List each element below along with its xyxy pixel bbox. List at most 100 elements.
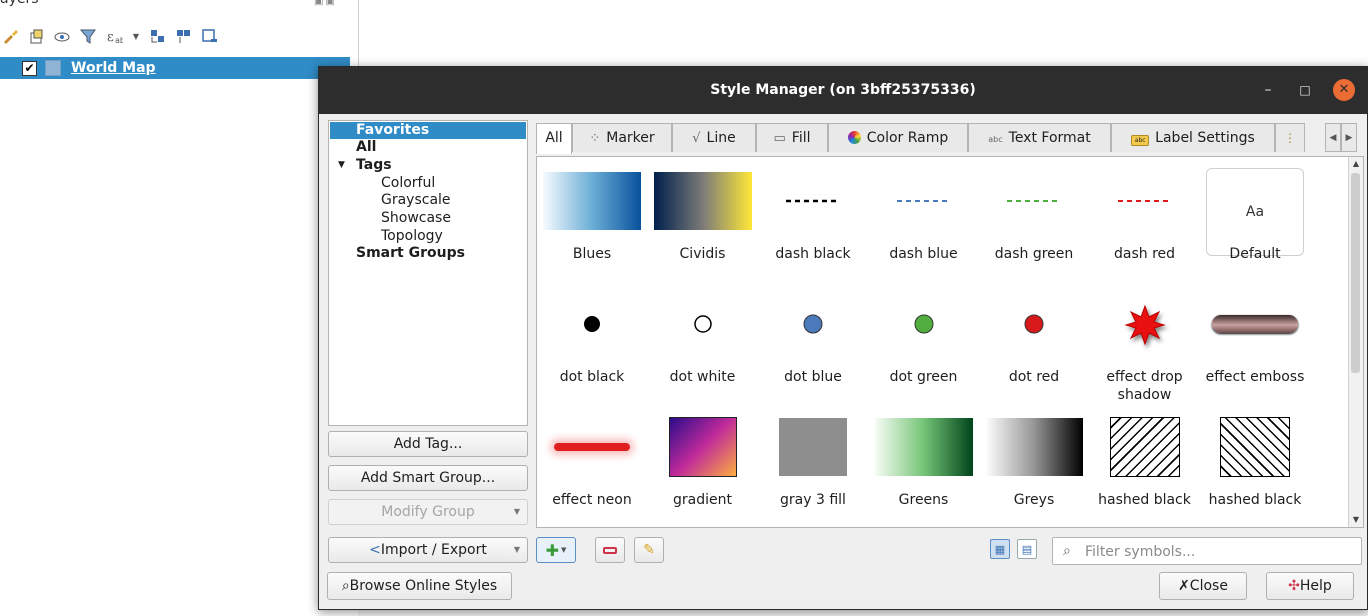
symbol-item-dot-blue[interactable]: dot blue: [758, 292, 868, 412]
legend-patch-icon: ⋮: [1284, 131, 1296, 145]
symbol-preview: Aa: [1206, 168, 1304, 256]
tab-label: Fill: [791, 130, 811, 146]
symbol-item-greens[interactable]: Greens: [869, 415, 979, 527]
symbol-name: effect neon: [552, 492, 632, 508]
symbol-name: dot blue: [784, 369, 842, 385]
close-label: Close: [1189, 578, 1228, 594]
maximize-button[interactable]: □: [1294, 79, 1316, 101]
edit-symbol-button[interactable]: ✎: [634, 537, 664, 563]
minimize-button[interactable]: –: [1257, 79, 1279, 101]
expand-all-icon[interactable]: [149, 28, 166, 45]
tree-item-tag[interactable]: Showcase: [381, 210, 451, 227]
tab-color-ramp[interactable]: Color Ramp: [828, 123, 968, 152]
remove-symbol-button[interactable]: [595, 537, 625, 563]
minus-icon: [603, 546, 617, 554]
symbol-item-gray-3-fill[interactable]: gray 3 fill: [758, 415, 868, 527]
tab-label: Line: [706, 130, 736, 146]
tree-item-smart-groups[interactable]: Smart Groups: [356, 245, 465, 262]
tree-item-favorites[interactable]: Favorites: [330, 122, 526, 139]
tree-item-tags[interactable]: Tags: [356, 157, 392, 174]
symbol-item-dash-green[interactable]: dash green: [979, 169, 1089, 289]
symbol-type-tabs: All ⁘ Marker √ Line ▭ Fill Color Ramp abc Te…: [536, 123, 1359, 154]
tree-item-all[interactable]: All: [356, 139, 376, 156]
grid-view-icon: ▦: [994, 542, 1006, 556]
modify-group-button: Modify Group ▼: [328, 499, 528, 525]
tab-fill[interactable]: ▭ Fill: [756, 123, 828, 152]
tab-line[interactable]: √ Line: [672, 123, 756, 152]
symbol-name: Cividis: [679, 246, 726, 262]
symbol-preview: [1096, 169, 1194, 233]
dialog-titlebar[interactable]: Style Manager (on 3bff25375336) – □ ✕: [319, 67, 1367, 114]
tab-label-settings[interactable]: abc Label Settings: [1111, 123, 1275, 152]
symbols-scrollbar[interactable]: ▲ ▼: [1348, 157, 1363, 527]
add-group-icon[interactable]: [28, 28, 45, 45]
list-view-button[interactable]: ▤: [1017, 539, 1037, 559]
symbol-item-blues[interactable]: Blues: [537, 169, 647, 289]
add-tag-button[interactable]: Add Tag...: [328, 431, 528, 457]
style-manager-dialog: Style Manager (on 3bff25375336) – □ ✕ Fa…: [318, 66, 1368, 610]
symbol-name: dash red: [1113, 246, 1176, 262]
symbol-item-greys[interactable]: Greys: [979, 415, 1089, 527]
chevron-down-icon[interactable]: ▼: [338, 160, 345, 170]
add-symbol-button[interactable]: ✚ ▼: [536, 537, 576, 563]
tab-legend-patch[interactable]: ⋮: [1275, 123, 1305, 152]
tab-marker[interactable]: ⁘ Marker: [572, 123, 672, 152]
symbol-item-dot-red[interactable]: dot red: [979, 292, 1089, 412]
symbol-name: dash green: [994, 246, 1074, 262]
symbol-item-dot-green[interactable]: dot green: [869, 292, 979, 412]
panel-float-close-icons[interactable]: ▣▣: [314, 0, 337, 7]
symbol-item-dash-red[interactable]: dash red: [1090, 169, 1200, 289]
chevron-down-icon[interactable]: ▼: [132, 28, 140, 45]
tabs-scroll-left-icon[interactable]: ◀: [1325, 123, 1341, 152]
browse-online-styles-button[interactable]: ⌕Browse Online Styles: [327, 572, 512, 600]
scroll-up-icon[interactable]: ▲: [1349, 157, 1363, 171]
symbol-preview: [654, 292, 752, 356]
symbol-item-dot-white[interactable]: dot white: [648, 292, 758, 412]
symbol-item-cividis[interactable]: Cividis: [648, 169, 758, 289]
group-tree: Favorites All ▼ Tags Colorful Grayscale …: [328, 120, 528, 426]
filter-icon[interactable]: [80, 28, 97, 45]
help-button[interactable]: ✣Help: [1266, 572, 1354, 600]
tree-item-tag[interactable]: Colorful: [381, 175, 435, 192]
symbol-preview: [543, 169, 641, 233]
symbol-item-dot-black[interactable]: dot black: [537, 292, 647, 412]
symbol-preview: [874, 415, 973, 479]
import-export-button[interactable]: <Import / Export ▼: [328, 537, 528, 563]
eye-icon[interactable]: [54, 28, 71, 45]
layer-symbol-swatch: [45, 60, 61, 76]
filter-symbols-field[interactable]: ⌕: [1052, 537, 1362, 565]
color-wheel-icon: [847, 131, 861, 144]
expression-filter-icon[interactable]: ε ab: [106, 28, 123, 45]
symbol-item-effect-drop-shadow[interactable]: effect drop shadow: [1090, 292, 1200, 412]
symbol-item-default[interactable]: Aa Default: [1200, 168, 1310, 289]
symbol-item-dash-black[interactable]: dash black: [758, 169, 868, 289]
tab-all[interactable]: All: [536, 123, 572, 154]
symbol-item-dash-blue[interactable]: dash blue: [869, 169, 979, 289]
tree-item-tag[interactable]: Topology: [381, 228, 443, 245]
collapse-all-icon[interactable]: [175, 28, 192, 45]
close-window-button[interactable]: ✕: [1333, 79, 1355, 101]
symbol-item-effect-neon[interactable]: effect neon: [537, 415, 647, 527]
symbols-grid: ▲ ▼ Blues Cividis dash black dash blue dash …: [536, 156, 1364, 528]
filter-symbols-input[interactable]: [1083, 541, 1357, 563]
symbol-preview: [1096, 292, 1194, 356]
scrollbar-thumb[interactable]: [1351, 173, 1360, 373]
symbol-name: dash blue: [889, 246, 958, 262]
symbol-item-effect-emboss[interactable]: effect emboss: [1200, 292, 1310, 412]
layer-row-world-map[interactable]: ✔ World Map: [0, 57, 350, 79]
add-smart-group-button[interactable]: Add Smart Group...: [328, 465, 528, 491]
close-button[interactable]: ✗Close: [1159, 572, 1247, 600]
remove-layer-icon[interactable]: [201, 28, 218, 45]
scroll-down-icon[interactable]: ▼: [1349, 513, 1363, 527]
tabs-scroll-right-icon[interactable]: ▶: [1341, 123, 1357, 152]
layer-name[interactable]: World Map: [71, 60, 156, 76]
symbol-item-gradient[interactable]: gradient: [648, 415, 758, 527]
label-settings-icon: abc: [1131, 135, 1150, 146]
layer-visibility-checkbox[interactable]: ✔: [22, 60, 37, 76]
tab-text-format[interactable]: abc Text Format: [968, 123, 1111, 152]
style-brush-icon[interactable]: [2, 28, 19, 45]
symbol-item-hashed-black[interactable]: hashed black: [1090, 415, 1200, 527]
symbol-item-hashed-black-2[interactable]: hashed black: [1200, 415, 1310, 527]
icon-view-button[interactable]: ▦: [990, 539, 1010, 559]
tree-item-tag[interactable]: Grayscale: [381, 192, 451, 209]
